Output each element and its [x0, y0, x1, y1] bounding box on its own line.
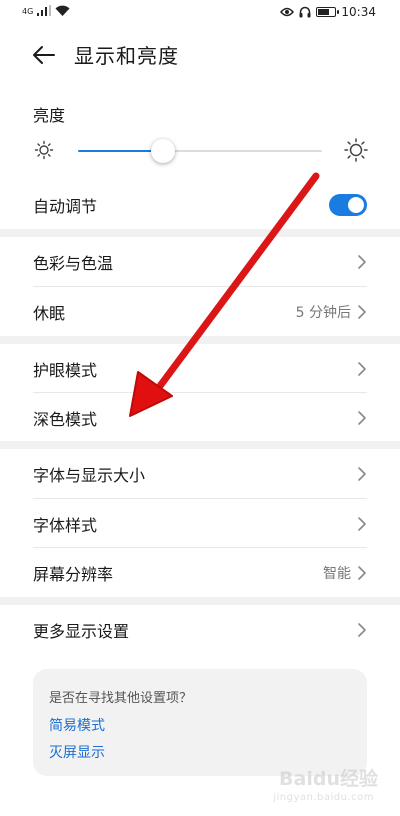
color-temp-right	[357, 254, 367, 270]
eye-comfort-right	[357, 361, 367, 377]
resolution-label: 屏幕分辨率	[33, 564, 114, 584]
header: 显示和亮度	[0, 30, 400, 80]
watermark: Baidu经验 jingyan.baidu.com	[238, 758, 378, 808]
sun-small-icon	[34, 140, 54, 160]
sleep-row[interactable]: 休眠 5 分钟后	[33, 287, 367, 336]
eye-icon	[280, 7, 295, 17]
dark-mode-right	[357, 410, 367, 426]
more-settings-row[interactable]: 更多显示设置	[33, 605, 367, 654]
battery-icon	[316, 7, 340, 17]
sleep-label: 休眠	[33, 303, 66, 323]
wifi-icon	[55, 5, 70, 16]
arrow-left-icon[interactable]	[30, 41, 58, 69]
dark-mode-label: 深色模式	[33, 409, 98, 429]
chevron-right-icon	[358, 516, 366, 531]
font-size-right	[357, 466, 367, 482]
chevron-right-icon	[358, 622, 366, 637]
eye-comfort-row[interactable]: 护眼模式	[33, 344, 367, 393]
font-style-label: 字体样式	[33, 515, 98, 535]
brightness-label: 亮度	[33, 106, 66, 125]
section-divider	[0, 441, 400, 449]
sleep-right: 5 分钟后	[296, 302, 367, 322]
headphones-icon	[299, 6, 311, 18]
chevron-right-icon	[358, 466, 366, 481]
more-settings-label: 更多显示设置	[33, 621, 130, 641]
color-temp-row[interactable]: 色彩与色温	[33, 237, 367, 286]
font-size-label: 字体与显示大小	[33, 465, 146, 485]
color-temp-label: 色彩与色温	[33, 253, 114, 273]
status-right: 10:34	[280, 5, 376, 19]
status-time: 10:34	[341, 5, 376, 19]
resolution-value: 智能	[323, 565, 351, 582]
watermark-brand: Baidu经验	[279, 768, 378, 790]
section-divider	[0, 336, 400, 344]
auto-adjust-toggle[interactable]	[329, 193, 367, 216]
auto-adjust-label: 自动调节	[33, 196, 98, 216]
font-size-row[interactable]: 字体与显示大小	[33, 449, 367, 498]
status-left: 4G	[22, 5, 70, 16]
suggestion-link-simple-mode[interactable]: 简易模式	[49, 715, 105, 735]
resolution-right: 智能	[323, 563, 367, 583]
sleep-value: 5 分钟后	[295, 304, 351, 321]
battery-fill	[318, 9, 330, 15]
more-settings-right	[357, 622, 367, 638]
status-bar: 4G 10:34	[0, 0, 400, 26]
section-divider	[0, 229, 400, 237]
chevron-right-icon	[358, 304, 366, 319]
dark-mode-row[interactable]: 深色模式	[33, 393, 367, 442]
brightness-slider-row	[0, 136, 400, 166]
toggle-knob	[348, 196, 364, 213]
chevron-right-icon	[358, 410, 366, 425]
signal-icon	[37, 5, 52, 16]
sun-large-icon	[344, 138, 368, 162]
resolution-row[interactable]: 屏幕分辨率 智能	[33, 548, 367, 597]
network-type-label: 4G	[22, 7, 34, 16]
chevron-right-icon	[358, 254, 366, 269]
suggestion-link-aod[interactable]: 灭屏显示	[49, 742, 105, 762]
chevron-right-icon	[358, 565, 366, 580]
font-style-right	[357, 516, 367, 532]
page-title: 显示和亮度	[74, 44, 179, 68]
eye-comfort-label: 护眼模式	[33, 360, 98, 380]
chevron-right-icon	[358, 361, 366, 376]
watermark-url: jingyan.baidu.com	[273, 792, 374, 803]
section-divider	[0, 597, 400, 605]
font-style-row[interactable]: 字体样式	[33, 499, 367, 548]
brightness-slider-thumb[interactable]	[151, 139, 175, 163]
brightness-slider[interactable]	[78, 139, 322, 163]
suggestion-title: 是否在寻找其他设置项？	[49, 691, 193, 706]
auto-adjust-row: 自动调节	[33, 180, 367, 229]
